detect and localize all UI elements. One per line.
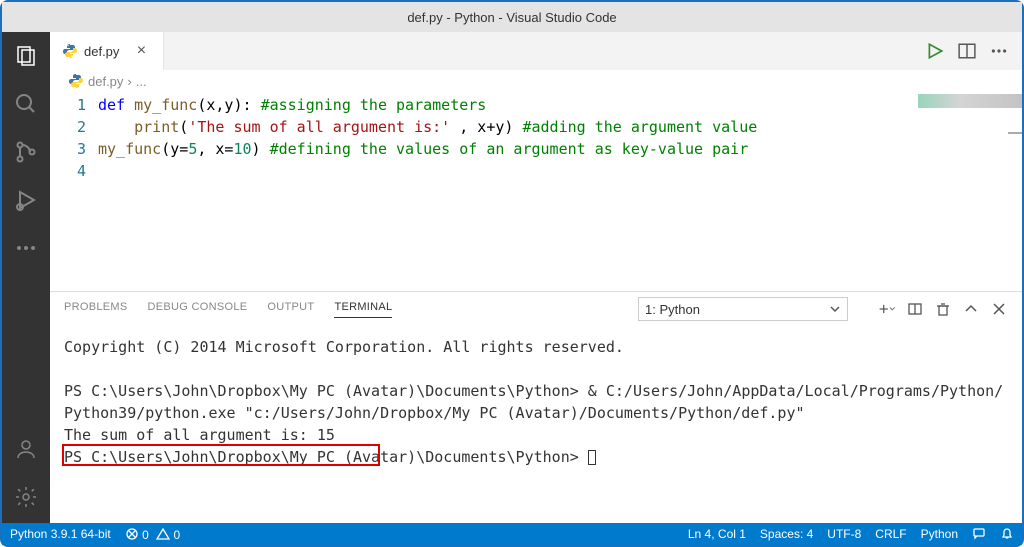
breadcrumb[interactable]: def.py › ... xyxy=(50,70,1022,92)
panel-tabs: Problems Debug Console Output Terminal 1… xyxy=(50,292,1022,326)
activity-bar xyxy=(2,32,50,523)
line-number: 1 xyxy=(50,94,86,116)
tab-terminal[interactable]: Terminal xyxy=(334,301,392,318)
terminal-cursor xyxy=(588,450,596,465)
status-indent[interactable]: Spaces: 4 xyxy=(760,527,813,541)
window-title: def.py - Python - Visual Studio Code xyxy=(2,2,1022,32)
breadcrumb-more: ... xyxy=(136,74,147,89)
terminal-output[interactable]: Copyright (C) 2014 Microsoft Corporation… xyxy=(50,326,1022,523)
split-terminal-icon[interactable] xyxy=(906,300,924,318)
minimap[interactable] xyxy=(918,94,1022,108)
settings-gear-icon[interactable] xyxy=(12,483,40,511)
breadcrumb-sep: › xyxy=(127,74,131,89)
editor-actions xyxy=(926,42,1022,60)
file-tab[interactable]: def.py × xyxy=(50,32,164,70)
line-number: 4 xyxy=(50,160,86,182)
status-python-version[interactable]: Python 3.9.1 64-bit xyxy=(10,527,111,541)
line-number: 2 xyxy=(50,116,86,138)
more-actions-icon[interactable] xyxy=(990,42,1008,60)
kill-terminal-icon[interactable] xyxy=(934,300,952,318)
split-editor-icon[interactable] xyxy=(958,42,976,60)
account-icon[interactable] xyxy=(12,435,40,463)
tab-output[interactable]: Output xyxy=(267,301,314,317)
status-bell-icon[interactable] xyxy=(1000,526,1014,543)
status-cursor-position[interactable]: Ln 4, Col 1 xyxy=(688,527,746,541)
status-bar: Python 3.9.1 64-bit 0 0 Ln 4, Col 1 Spac… xyxy=(2,523,1022,545)
status-feedback-icon[interactable] xyxy=(972,526,986,543)
run-file-icon[interactable] xyxy=(926,42,944,60)
panel-actions xyxy=(878,300,1008,318)
scroll-marker xyxy=(1008,132,1022,134)
terminal-select-value: 1: Python xyxy=(645,302,700,317)
status-language[interactable]: Python xyxy=(921,527,958,541)
editor-area: def.py × def.py › ... xyxy=(50,32,1022,523)
status-problems[interactable]: 0 0 xyxy=(125,527,180,542)
more-icon[interactable] xyxy=(12,234,40,262)
tab-label: def.py xyxy=(84,44,119,59)
status-encoding[interactable]: UTF-8 xyxy=(827,527,861,541)
tab-debug-console[interactable]: Debug Console xyxy=(148,301,248,317)
search-icon[interactable] xyxy=(12,90,40,118)
main-area: def.py × def.py › ... xyxy=(2,32,1022,523)
line-number: 3 xyxy=(50,138,86,160)
python-file-icon xyxy=(62,43,78,59)
code-editor[interactable]: 1 2 3 4 def my_func(x,y): #assigning the… xyxy=(50,92,1022,291)
output-highlight xyxy=(62,444,380,466)
close-panel-icon[interactable] xyxy=(990,300,1008,318)
code-content[interactable]: def my_func(x,y): #assigning the paramet… xyxy=(98,92,1022,291)
tab-bar: def.py × xyxy=(50,32,1022,70)
breadcrumb-file: def.py xyxy=(88,74,123,89)
python-file-icon xyxy=(68,73,84,89)
new-terminal-icon[interactable] xyxy=(878,300,896,318)
terminal-select[interactable]: 1: Python xyxy=(638,297,848,321)
tab-close-icon[interactable]: × xyxy=(131,41,151,61)
tab-problems[interactable]: Problems xyxy=(64,301,128,317)
chevron-down-icon xyxy=(829,303,841,315)
maximize-panel-icon[interactable] xyxy=(962,300,980,318)
bottom-panel: Problems Debug Console Output Terminal 1… xyxy=(50,291,1022,523)
line-gutter: 1 2 3 4 xyxy=(50,92,98,291)
run-debug-icon[interactable] xyxy=(12,186,40,214)
status-eol[interactable]: CRLF xyxy=(875,527,906,541)
source-control-icon[interactable] xyxy=(12,138,40,166)
explorer-icon[interactable] xyxy=(12,42,40,70)
